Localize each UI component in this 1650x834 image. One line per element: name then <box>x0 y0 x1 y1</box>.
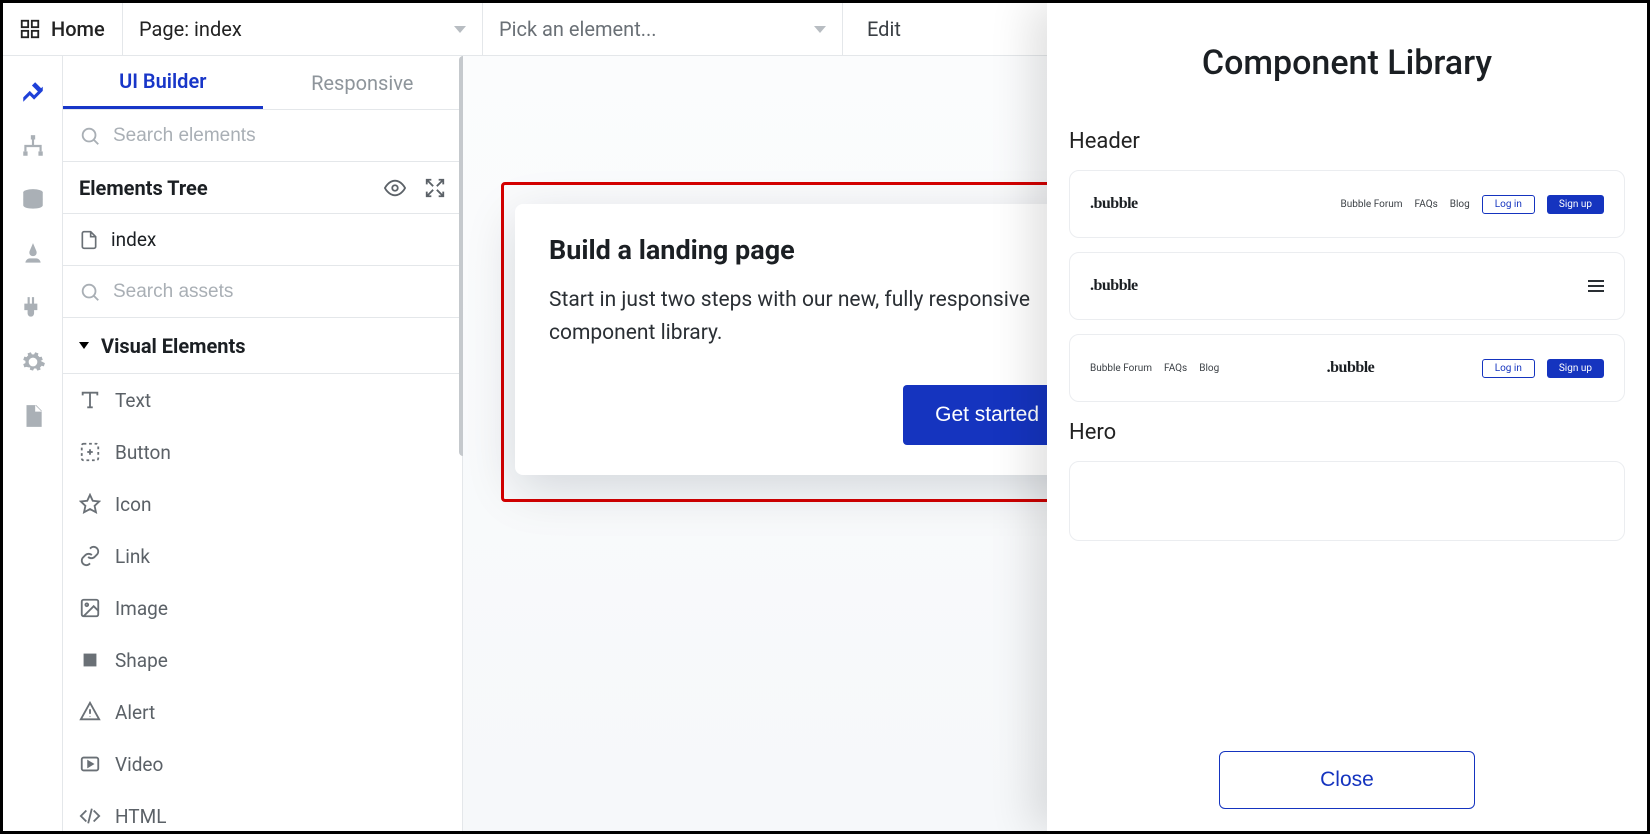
category-label: Visual Elements <box>101 334 246 358</box>
header-component-2[interactable]: .bubble <box>1069 252 1625 320</box>
search-icon <box>79 281 101 303</box>
header-nav: Bubble Forum FAQs Blog Log in Sign up <box>1341 195 1604 214</box>
element-alert[interactable]: Alert <box>63 686 462 738</box>
page-dropdown[interactable]: Page: index <box>123 3 483 55</box>
nav-link: Bubble Forum <box>1090 363 1152 374</box>
picker-placeholder: Pick an element... <box>499 17 657 41</box>
edit-menu[interactable]: Edit <box>843 3 925 55</box>
nav-link: FAQs <box>1415 199 1438 210</box>
brand-logo: .bubble <box>1090 277 1138 295</box>
logs-tab-icon[interactable] <box>19 402 47 430</box>
nav-link: FAQs <box>1164 363 1187 374</box>
home-button[interactable]: Home <box>3 3 123 55</box>
sidebar: UI Builder Responsive Elements Tree inde… <box>63 56 463 831</box>
element-picker-dropdown[interactable]: Pick an element... <box>483 3 843 55</box>
login-pill: Log in <box>1482 195 1535 214</box>
element-label: Alert <box>115 701 155 724</box>
element-label: Icon <box>115 493 151 516</box>
tab-responsive-label: Responsive <box>311 71 413 95</box>
header-nav-left: Bubble Forum FAQs Blog <box>1090 363 1219 374</box>
element-label: HTML <box>115 805 166 828</box>
image-icon <box>79 597 101 619</box>
button-icon <box>79 441 101 463</box>
video-icon <box>79 753 101 775</box>
brand-logo: .bubble <box>1090 195 1138 213</box>
sidebar-tabs: UI Builder Responsive <box>63 56 462 110</box>
component-library-panel: Component Library Header .bubble Bubble … <box>1047 3 1647 831</box>
tab-responsive[interactable]: Responsive <box>263 56 463 109</box>
tab-ui-builder-label: UI Builder <box>119 69 206 93</box>
hero-component-1[interactable] <box>1069 461 1625 541</box>
nav-link: Blog <box>1450 199 1470 210</box>
element-image[interactable]: Image <box>63 582 462 634</box>
page-label: Page: index <box>139 17 242 41</box>
header-component-3[interactable]: Bubble Forum FAQs Blog .bubble Log in Si… <box>1069 334 1625 402</box>
plugins-tab-icon[interactable] <box>19 294 47 322</box>
hamburger-icon <box>1588 280 1604 292</box>
header-component-1[interactable]: .bubble Bubble Forum FAQs Blog Log in Si… <box>1069 170 1625 238</box>
tab-ui-builder[interactable]: UI Builder <box>63 56 263 109</box>
home-label: Home <box>51 17 105 41</box>
data-tab-icon[interactable] <box>19 186 47 214</box>
element-label: Image <box>115 597 168 620</box>
signup-pill: Sign up <box>1547 359 1604 378</box>
link-icon <box>79 545 101 567</box>
settings-tab-icon[interactable] <box>19 348 47 376</box>
onboard-title: Build a landing page <box>549 234 1071 266</box>
search-assets[interactable] <box>63 266 462 318</box>
section-header-label: Header <box>1069 129 1625 154</box>
category-visual-elements[interactable]: Visual Elements <box>63 318 462 374</box>
element-html[interactable]: HTML <box>63 790 462 831</box>
styles-tab-icon[interactable] <box>19 240 47 268</box>
login-pill: Log in <box>1482 359 1535 378</box>
element-link[interactable]: Link <box>63 530 462 582</box>
nav-link: Blog <box>1199 363 1219 374</box>
code-icon <box>79 805 101 827</box>
element-shape[interactable]: Shape <box>63 634 462 686</box>
elements-list: Text Button Icon Link Image Shape Alert … <box>63 374 462 831</box>
nav-link: Bubble Forum <box>1341 199 1403 210</box>
element-label: Button <box>115 441 171 464</box>
elements-tree-header: Elements Tree <box>63 162 462 214</box>
design-tab-icon[interactable] <box>19 78 47 106</box>
brand-logo: .bubble <box>1327 359 1375 377</box>
element-video[interactable]: Video <box>63 738 462 790</box>
tree-item-label: index <box>111 228 156 251</box>
chevron-down-icon <box>79 342 89 349</box>
element-label: Video <box>115 753 163 776</box>
caret-down-icon <box>814 26 826 33</box>
element-label: Shape <box>115 649 168 672</box>
grid-icon <box>19 18 41 40</box>
caret-down-icon <box>454 26 466 33</box>
signup-pill: Sign up <box>1547 195 1604 214</box>
section-hero-label: Hero <box>1069 420 1625 445</box>
get-started-button[interactable]: Get started <box>903 385 1071 445</box>
shape-icon <box>79 649 101 671</box>
page-icon <box>79 230 99 250</box>
element-text[interactable]: Text <box>63 374 462 426</box>
search-elements[interactable] <box>63 110 462 162</box>
header-nav-right: Log in Sign up <box>1482 359 1604 378</box>
onboard-card: Build a landing page Start in just two s… <box>515 204 1105 475</box>
element-label: Text <box>115 389 151 412</box>
close-panel-button[interactable]: Close <box>1219 751 1475 809</box>
element-button[interactable]: Button <box>63 426 462 478</box>
left-rail <box>3 56 63 831</box>
alert-icon <box>79 701 101 723</box>
eye-icon[interactable] <box>384 177 406 199</box>
elements-tree-title: Elements Tree <box>79 176 208 200</box>
workflow-tab-icon[interactable] <box>19 132 47 160</box>
panel-title: Component Library <box>1047 3 1647 111</box>
element-icon[interactable]: Icon <box>63 478 462 530</box>
expand-icon[interactable] <box>424 177 446 199</box>
search-assets-input[interactable] <box>113 281 446 303</box>
edit-label: Edit <box>867 17 901 41</box>
star-icon <box>79 493 101 515</box>
tree-item-index[interactable]: index <box>63 214 462 266</box>
search-elements-input[interactable] <box>113 125 446 147</box>
element-label: Link <box>115 545 150 568</box>
text-icon <box>79 389 101 411</box>
onboard-body: Start in just two steps with our new, fu… <box>549 284 1071 349</box>
search-icon <box>79 125 101 147</box>
